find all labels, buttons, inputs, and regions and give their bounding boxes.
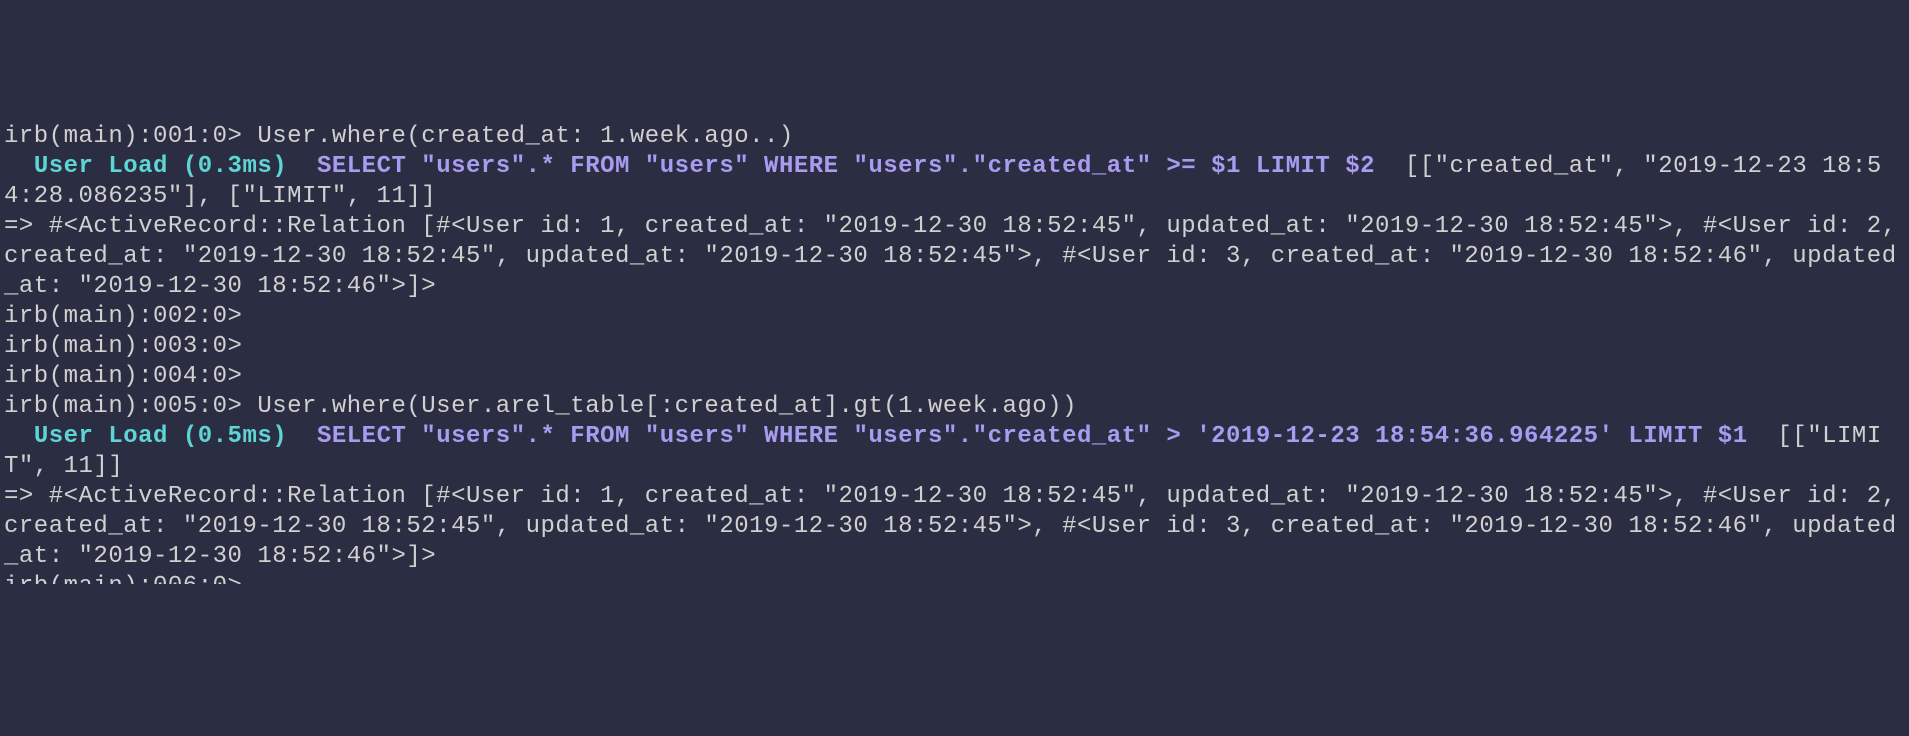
terminal-output[interactable]: irb(main):001:0> User.where(created_at: …: [4, 122, 1905, 584]
sql-log-line-1: User Load (0.3ms) SELECT "users".* FROM …: [4, 152, 1905, 212]
irb-line-5: irb(main):005:0> User.where(User.arel_ta…: [4, 392, 1905, 422]
sql-query-2: SELECT "users".* FROM "users" WHERE "use…: [317, 423, 1748, 450]
irb-prompt-5: irb(main):005:0>: [4, 393, 257, 420]
user-load-label: User Load (0.3ms): [4, 153, 317, 180]
irb-prompt-2: irb(main):002:0>: [4, 302, 1905, 332]
irb-prompt-4: irb(main):004:0>: [4, 362, 1905, 392]
sql-log-line-2: User Load (0.5ms) SELECT "users".* FROM …: [4, 422, 1905, 482]
ruby-command: User.where(created_at: 1.week.ago..): [257, 123, 793, 150]
ruby-command-2: User.where(User.arel_table[:created_at].…: [257, 393, 1077, 420]
irb-prompt-3: irb(main):003:0>: [4, 332, 1905, 362]
sql-query: SELECT "users".* FROM "users" WHERE "use…: [317, 153, 1375, 180]
result-line-1: => #<ActiveRecord::Relation [#<User id: …: [4, 212, 1905, 302]
user-load-label-2: User Load (0.5ms): [4, 423, 317, 450]
irb-prompt: irb(main):001:0>: [4, 123, 257, 150]
result-line-2: => #<ActiveRecord::Relation [#<User id: …: [4, 482, 1905, 572]
irb-prompt-6: irb(main):006:0>: [4, 572, 1905, 584]
irb-line-1: irb(main):001:0> User.where(created_at: …: [4, 122, 1905, 152]
